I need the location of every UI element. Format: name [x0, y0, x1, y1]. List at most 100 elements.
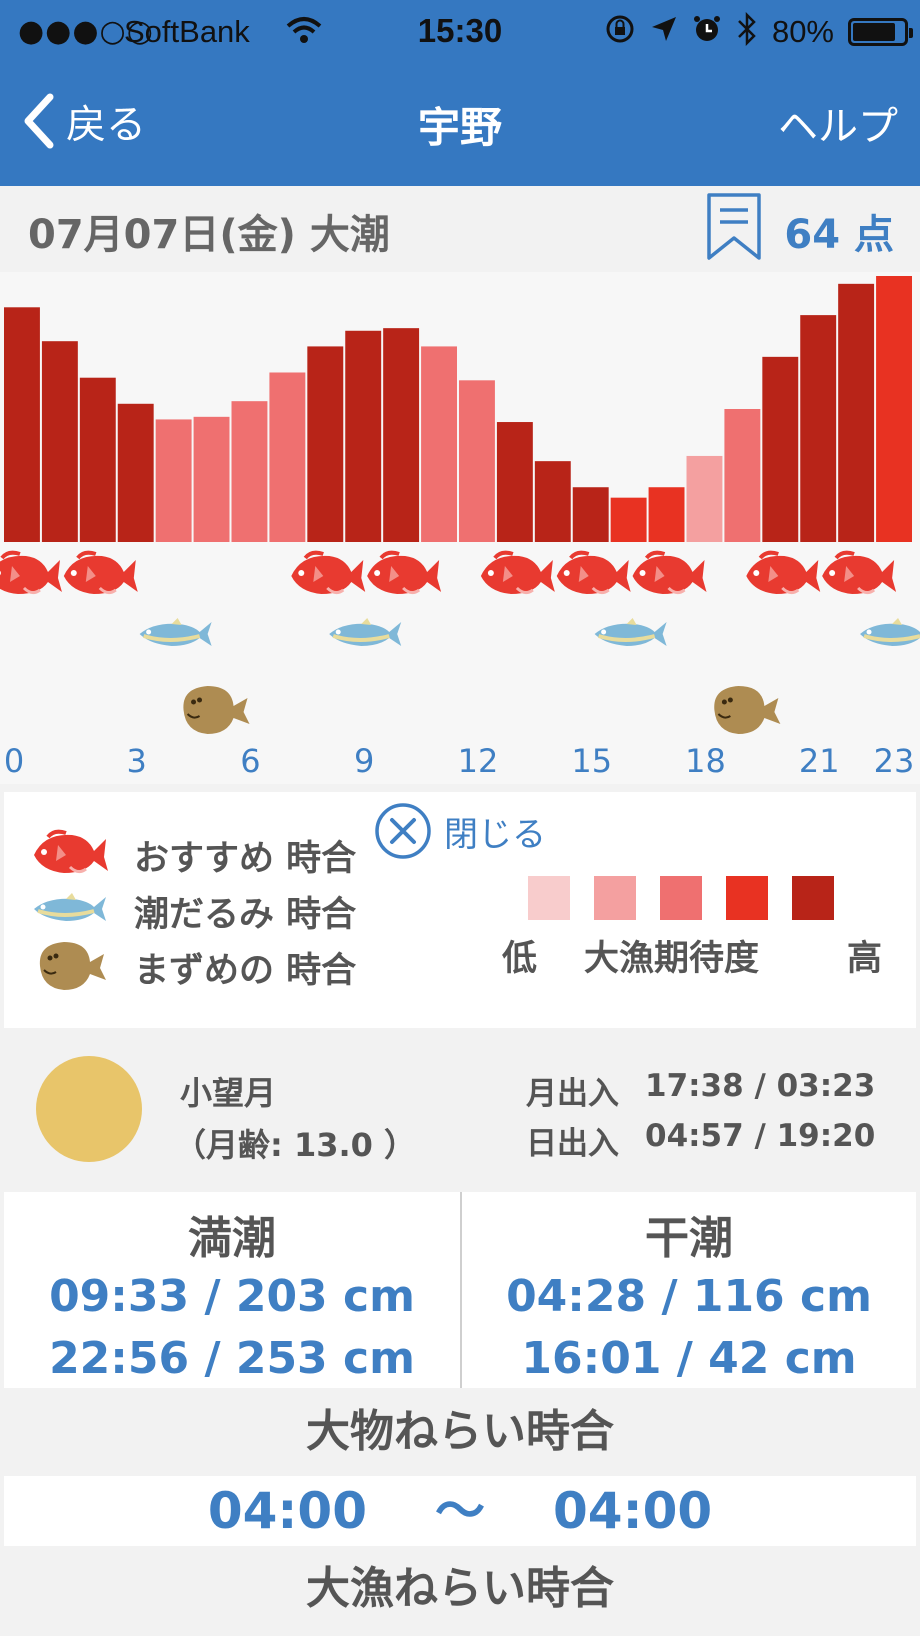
- help-button[interactable]: ヘルプ: [778, 94, 898, 152]
- chart-bar: [383, 328, 420, 542]
- high-tide-value: 22:56 / 253 cm: [49, 1333, 415, 1384]
- bluetooth-icon: [736, 11, 758, 53]
- expectation-swatch: [660, 876, 702, 920]
- status-bar: ●●●○○ SoftBank 15:30 80%: [0, 0, 920, 62]
- high-tide-column: 満潮 09:33 / 203 cm 22:56 / 253 cm: [4, 1192, 460, 1388]
- snapper-icon: [633, 553, 707, 594]
- snapper-icon: [30, 827, 108, 883]
- chart-bar: [41, 341, 78, 542]
- x-tick-label: 21: [799, 742, 840, 780]
- scale-title: 大漁期待度: [584, 939, 760, 979]
- legend-item-recommended: おすすめ 時合: [30, 830, 356, 880]
- chart-bar: [155, 419, 192, 542]
- sunrise-label: 日出入: [526, 1126, 619, 1162]
- flatfish-icon: [714, 686, 780, 734]
- low-tide-value: 04:28 / 116 cm: [506, 1271, 872, 1322]
- chart-bar: [686, 455, 723, 542]
- close-label: 閉じる: [444, 814, 546, 855]
- low-tide-column: 干潮 04:28 / 116 cm 16:01 / 42 cm: [460, 1192, 916, 1388]
- snapper-icon: [0, 553, 62, 594]
- chart-bar: [307, 346, 344, 542]
- scale-high-label: 高: [846, 939, 882, 979]
- location-arrow-icon: [650, 15, 678, 50]
- alarm-icon: [692, 14, 722, 51]
- close-circle-icon: [375, 803, 431, 859]
- moon-info: 小望月 （月齢: 13.0 ） 月出入 17:38 / 03:23 日出入 04…: [0, 1030, 920, 1192]
- chart-bar: [610, 497, 647, 542]
- sunrise-times: 04:57 / 19:20: [645, 1118, 876, 1154]
- big-game-time-row: 04:00 〜 04:00: [4, 1476, 916, 1546]
- expectation-scale: 低 大漁期待度 高: [502, 930, 882, 980]
- horse-mackerel-icon: [595, 618, 667, 646]
- chart-bar: [876, 276, 912, 542]
- chart-svg: 0 3 6 9 12 15 18 21 23: [0, 276, 920, 780]
- moon-phase-icon: [36, 1056, 142, 1162]
- flatfish-icon: [183, 686, 249, 734]
- legend-label: 潮だるみ 時合: [134, 894, 357, 935]
- chart-bar: [496, 422, 533, 542]
- x-tick-label: 3: [127, 742, 147, 780]
- expectation-swatch: [528, 876, 570, 920]
- date-tide-label: 07月07日(金) 大潮: [28, 212, 390, 258]
- flatfish-icon: [30, 936, 108, 998]
- moonrise-row: 月出入 17:38 / 03:23: [526, 1068, 875, 1113]
- chart-bar: [838, 283, 875, 542]
- chart-bar: [459, 380, 495, 542]
- chart-bar: [117, 403, 154, 542]
- expectation-swatch: [792, 876, 834, 920]
- status-right-group: 80%: [604, 11, 913, 53]
- horse-mackerel-icon: [140, 618, 212, 646]
- moon-age: （月齢: 13.0 ）: [174, 1126, 417, 1164]
- horse-mackerel-icon: [329, 618, 401, 646]
- chart-bar: [421, 346, 457, 542]
- snapper-icon: [291, 553, 365, 594]
- moon-phase-name: 小望月: [180, 1074, 277, 1112]
- x-tick-label: 0: [4, 742, 24, 780]
- horse-mackerel-icon: [30, 889, 108, 933]
- chart-bar: [269, 372, 306, 542]
- chart-bar: [800, 315, 837, 542]
- x-tick-label: 6: [240, 742, 260, 780]
- expectation-swatch: [594, 876, 636, 920]
- high-tide-value: 09:33 / 203 cm: [49, 1271, 415, 1322]
- horse-mackerel-icon: [860, 618, 920, 646]
- expectation-swatch: [726, 876, 768, 920]
- bookmark-icon[interactable]: [706, 192, 762, 266]
- sunrise-row: 日出入 04:57 / 19:20: [526, 1118, 875, 1163]
- chart-bar: [193, 416, 230, 542]
- navigation-bar: 戻る 宇野 ヘルプ: [0, 62, 920, 186]
- chart-bar: [572, 487, 609, 542]
- low-tide-label: 干潮: [645, 1213, 733, 1264]
- high-tide-label: 満潮: [188, 1213, 276, 1264]
- legend-panel: 閉じる おすすめ 時合 潮だるみ 時合 まずめの 時合 低 大漁期待度 高: [4, 792, 916, 1028]
- battery-fill: [853, 23, 895, 41]
- x-tick-label: 9: [354, 742, 374, 780]
- legend-item-slack-tide: 潮だるみ 時合: [30, 886, 356, 936]
- battery-percentage: 80%: [771, 14, 834, 49]
- orientation-lock-icon: [604, 13, 636, 52]
- chart-bar: [724, 409, 761, 542]
- fishing-chart: 0 3 6 9 12 15 18 21 23: [0, 272, 920, 784]
- legend-label: おすすめ 時合: [134, 838, 357, 879]
- big-game-title: 大物ねらい時合: [0, 1388, 920, 1476]
- snapper-icon: [557, 553, 631, 594]
- chart-bar: [762, 356, 799, 542]
- big-game-start: 04:00: [207, 1482, 367, 1540]
- snapper-icon: [746, 553, 820, 594]
- x-tick-label: 12: [458, 742, 499, 780]
- chart-bar: [231, 401, 268, 542]
- snapper-icon: [481, 553, 555, 594]
- x-tick-label: 15: [571, 742, 612, 780]
- battery-icon: [848, 18, 913, 46]
- low-tide-value: 16:01 / 42 cm: [521, 1333, 857, 1384]
- snapper-icon: [367, 553, 441, 594]
- big-catch-title: 大漁ねらい時合: [0, 1546, 920, 1636]
- chart-bar: [4, 307, 40, 542]
- date-header: 07月07日(金) 大潮 64 点: [0, 186, 920, 272]
- big-game-end: 04:00: [553, 1482, 713, 1540]
- chart-bar: [534, 461, 571, 542]
- legend-label: まずめの 時合: [134, 950, 357, 991]
- big-game-separator: 〜: [435, 1482, 485, 1540]
- tide-table: 満潮 09:33 / 203 cm 22:56 / 253 cm 干潮 04:2…: [4, 1192, 916, 1388]
- moonrise-label: 月出入: [526, 1076, 619, 1112]
